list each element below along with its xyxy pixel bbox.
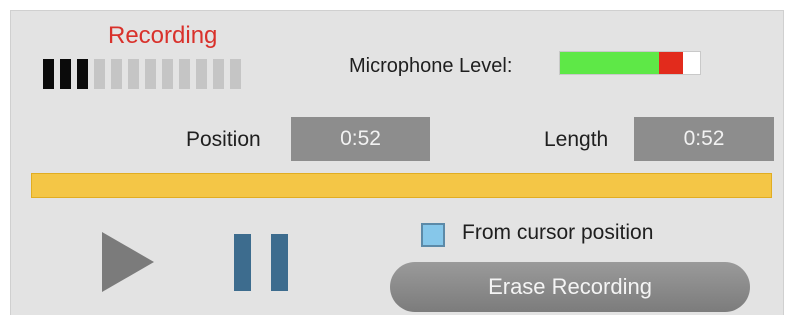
from-cursor-label: From cursor position [462,221,654,244]
recording-level-meter [43,59,241,89]
position-label: Position [186,128,261,151]
play-icon[interactable] [102,232,154,292]
erase-recording-button[interactable]: Erase Recording [390,262,750,312]
pause-bar-left [234,234,251,291]
level-meter-segment [43,59,54,89]
pause-icon[interactable] [234,234,288,291]
level-meter-segment [162,59,173,89]
level-meter-segment [128,59,139,89]
level-meter-segment [179,59,190,89]
microphone-level-label: Microphone Level: [349,55,513,77]
level-meter-segment [60,59,71,89]
recording-status-label: Recording [108,22,218,49]
length-label: Length [544,128,609,151]
level-meter-segment [230,59,241,89]
position-value: 0:52 [291,117,430,161]
level-meter-segment [213,59,224,89]
level-meter-segment [111,59,122,89]
microphone-level-red [659,52,684,74]
recording-progress-bar[interactable] [31,173,772,198]
length-value: 0:52 [634,117,774,161]
level-meter-segment [145,59,156,89]
microphone-level-bar [559,51,701,75]
level-meter-segment [94,59,105,89]
from-cursor-checkbox[interactable] [421,223,445,247]
pause-bar-right [271,234,288,291]
microphone-level-green [560,52,660,74]
level-meter-segment [196,59,207,89]
level-meter-segment [77,59,88,89]
